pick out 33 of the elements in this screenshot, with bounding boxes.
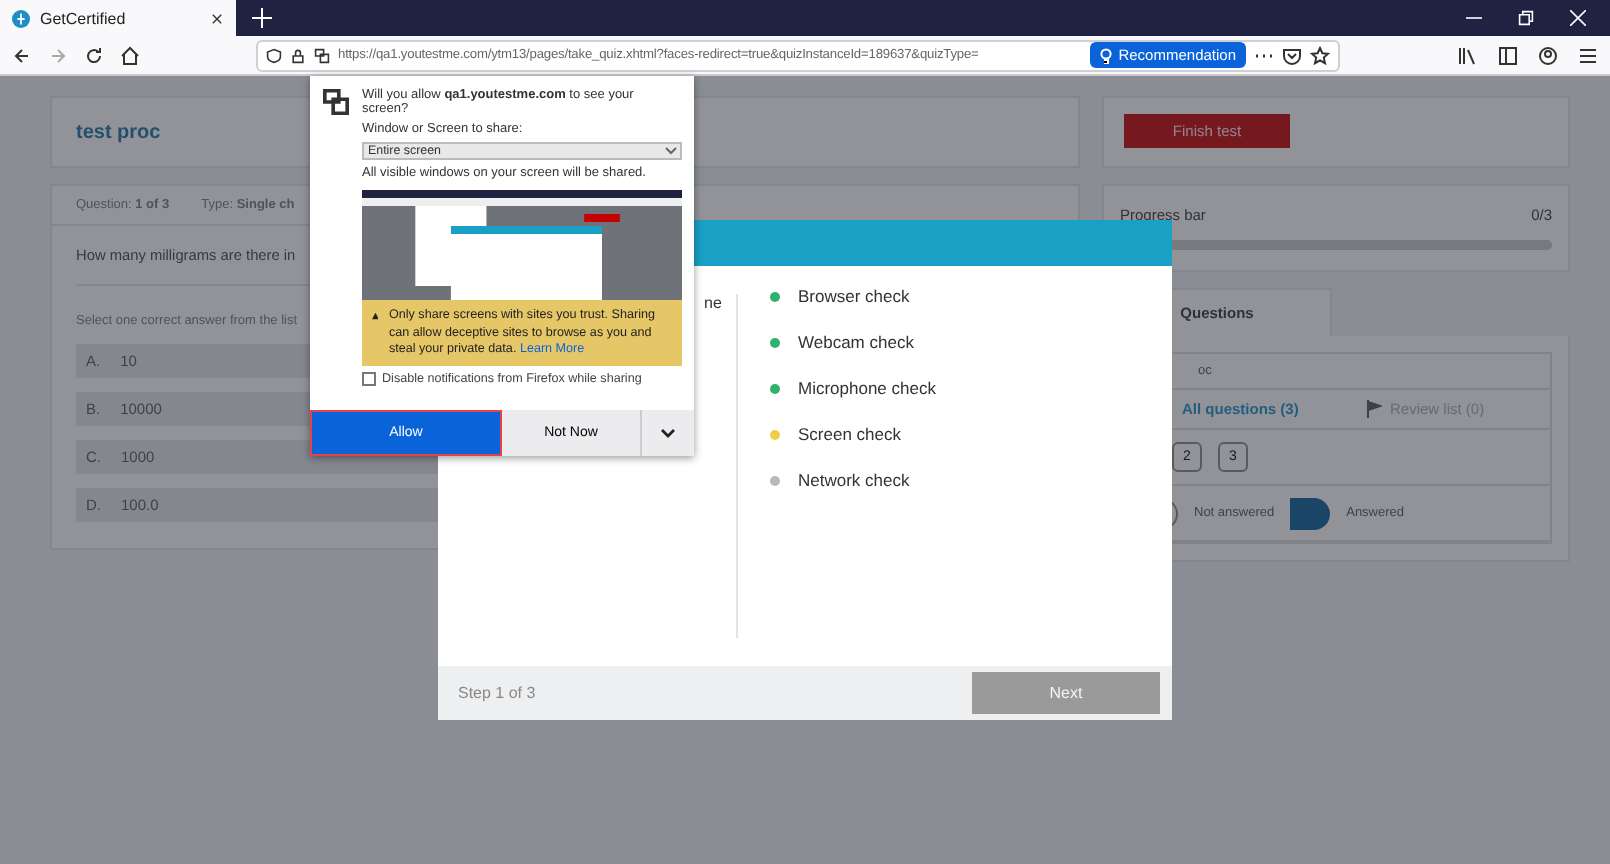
library-icon[interactable]: [1458, 45, 1478, 65]
caret-icon: [660, 427, 676, 439]
check-label: Browser check: [798, 286, 910, 306]
check-label: Webcam check: [798, 332, 914, 352]
account-icon[interactable]: [1538, 45, 1558, 65]
check-label: Network check: [798, 470, 910, 490]
screen-share-icon[interactable]: [314, 47, 330, 63]
reload-icon[interactable]: [84, 45, 104, 65]
check-label: Microphone check: [798, 378, 936, 398]
screen-share-icon: [322, 88, 350, 116]
lock-icon[interactable]: [290, 47, 306, 63]
new-tab-icon[interactable]: [252, 8, 272, 28]
star-icon[interactable]: [1310, 45, 1330, 65]
restore-icon[interactable]: [1518, 10, 1534, 26]
back-arrow-icon[interactable]: [12, 45, 32, 65]
tab-title: GetCertified: [40, 9, 128, 27]
step-indicator: Step 1 of 3: [458, 684, 536, 702]
warning-icon: [372, 308, 379, 325]
check-label: Screen check: [798, 424, 901, 444]
close-icon[interactable]: [210, 11, 224, 25]
bulb-icon: [1100, 47, 1113, 63]
legend-marker: [1290, 497, 1331, 529]
pocket-icon[interactable]: [1282, 45, 1302, 65]
menu-icon[interactable]: [1578, 45, 1598, 65]
more-options-button[interactable]: [642, 410, 694, 456]
caret-icon: [662, 144, 680, 158]
sidebar-icon[interactable]: [1498, 45, 1518, 65]
home-icon[interactable]: [120, 45, 140, 65]
dialog-text: ne: [704, 294, 722, 312]
shield-icon[interactable]: [266, 47, 282, 63]
flag-icon: [1366, 400, 1382, 418]
browser-tab[interactable]: GetCertified: [0, 0, 236, 36]
site-logo-icon: [12, 9, 30, 27]
